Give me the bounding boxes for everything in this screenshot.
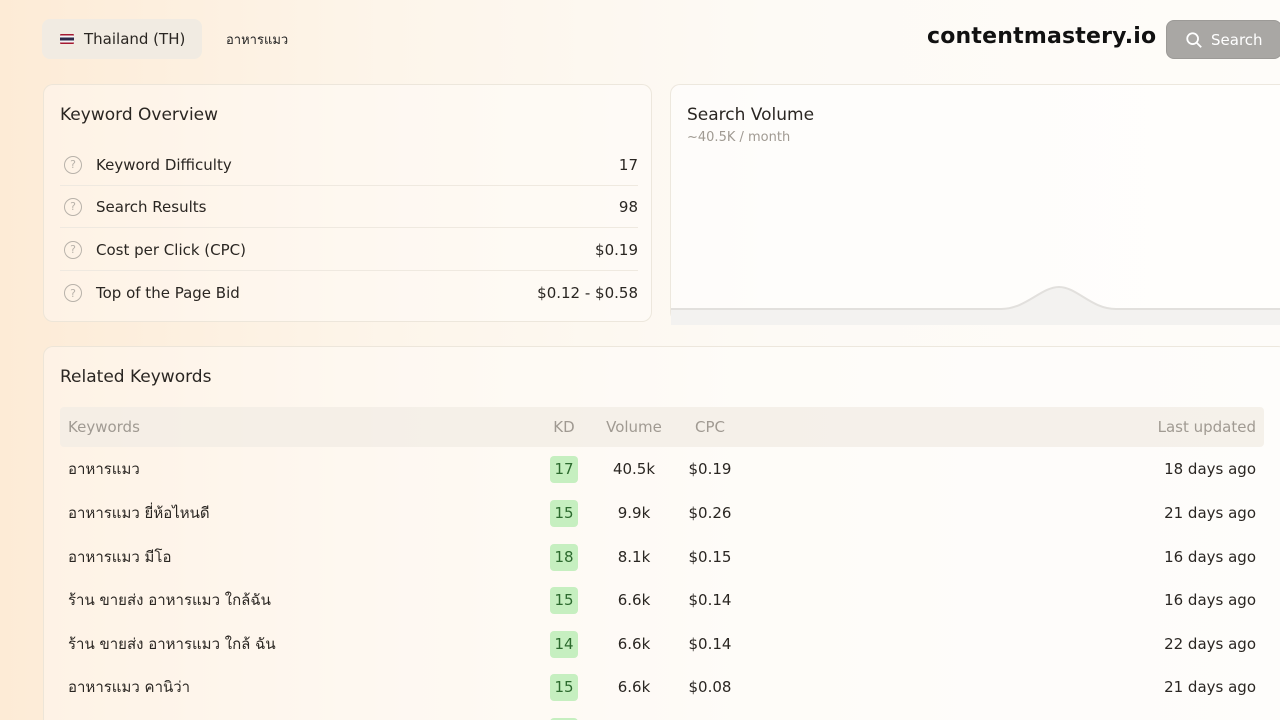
keyword-cell[interactable]: อาหารแมว มีโอ — [68, 535, 172, 579]
overview-value: 98 — [618, 197, 638, 216]
cpc-cell: $0.26 — [688, 504, 732, 522]
kd-badge: 15 — [550, 586, 578, 614]
search-volume-card: Search Volume ~40.5K / month — [670, 84, 1280, 325]
kd-cell: 17 — [550, 447, 578, 491]
table-row[interactable]: ร้าน ขายส่ง อาหารแมว ใกล้ ฉัน 14 6.6k $0… — [60, 622, 1264, 666]
overview-label: Cost per Click (CPC) — [96, 240, 247, 259]
table-row[interactable]: อาหารแมว มีโอ 18 8.1k $0.15 16 days ago — [60, 535, 1264, 579]
cpc-cell: $0.14 — [688, 635, 732, 653]
top-bar: Thailand (TH) contentmastery.io Search — [0, 0, 1280, 80]
search-volume-subtitle: ~40.5K / month — [687, 130, 791, 145]
volume-cell: 6.6k — [617, 635, 651, 653]
kd-cell — [550, 709, 578, 720]
search-volume-title: Search Volume — [687, 105, 815, 125]
cpc-cell: $0.19 — [688, 460, 732, 478]
last-updated-cell: 21 days ago — [1164, 678, 1256, 696]
search-icon — [1186, 31, 1202, 48]
last-updated-cell: 22 days ago — [1164, 635, 1256, 653]
help-icon[interactable]: ? — [64, 155, 82, 174]
help-icon[interactable]: ? — [64, 284, 82, 302]
kd-badge: 15 — [550, 499, 578, 527]
overview-row: ? Cost per Click (CPC) $0.19 — [60, 229, 638, 271]
search-button[interactable]: Search — [1166, 20, 1280, 59]
related-keywords-title: Related Keywords — [60, 367, 212, 387]
kd-badge: 18 — [550, 543, 578, 571]
table-row[interactable]: อาหารแมว 17 40.5k $0.19 18 days ago — [60, 447, 1264, 491]
column-header-keywords[interactable]: Keywords — [68, 407, 140, 447]
column-header-last-updated[interactable]: Last updated — [1158, 407, 1256, 447]
last-updated-cell: 16 days ago — [1164, 548, 1256, 566]
volume-cell: 6.6k — [617, 591, 651, 609]
table-row-partial — [60, 709, 1264, 720]
keyword-cell[interactable]: อาหารแมว — [68, 447, 140, 491]
overview-label: Search Results — [96, 197, 207, 216]
overview-row: ? Keyword Difficulty 17 — [60, 144, 638, 186]
volume-cell: 40.5k — [612, 460, 656, 478]
keyword-cell[interactable]: ร้าน ขายส่ง อาหารแมว ใกล้ ฉัน — [68, 622, 276, 666]
kd-badge: 17 — [550, 455, 578, 483]
table-row[interactable]: ร้าน ขายส่ง อาหารแมว ใกล้ฉัน 15 6.6k $0.… — [60, 578, 1264, 622]
overview-label: Keyword Difficulty — [96, 155, 232, 174]
table-row[interactable]: อาหารแมว คานิว่า 15 6.6k $0.08 21 days a… — [60, 665, 1264, 709]
kd-cell: 15 — [550, 491, 578, 535]
cpc-cell: $0.08 — [688, 678, 732, 696]
last-updated-cell: 18 days ago — [1164, 460, 1256, 478]
kd-cell: 18 — [550, 535, 578, 579]
sparkline-area — [671, 287, 1280, 325]
keyword-overview-card: Keyword Overview ? Keyword Difficulty 17… — [43, 84, 652, 322]
volume-cell: 8.1k — [617, 548, 651, 566]
last-updated-cell: 16 days ago — [1164, 591, 1256, 609]
keyword-cell[interactable]: อาหารแมว คานิว่า — [68, 665, 190, 709]
keyword-cell[interactable]: ร้าน ขายส่ง อาหารแมว ใกล้ฉัน — [68, 578, 271, 622]
country-label: Thailand (TH) — [84, 30, 186, 48]
column-header-cpc[interactable]: CPC — [688, 407, 732, 447]
sparkline-line — [671, 285, 1280, 310]
help-icon[interactable]: ? — [64, 197, 82, 216]
last-updated-cell: 21 days ago — [1164, 504, 1256, 522]
cpc-cell: $0.14 — [688, 591, 732, 609]
brand-watermark: contentmastery.io — [927, 24, 1157, 49]
help-icon[interactable]: ? — [64, 240, 82, 259]
volume-cell: 6.6k — [617, 678, 651, 696]
overview-label: Top of the Page Bid — [96, 284, 240, 302]
kd-cell: 15 — [550, 578, 578, 622]
kd-badge: 14 — [550, 630, 578, 658]
related-keywords-card: Related Keywords Keywords KD Volume CPC … — [43, 346, 1280, 720]
keyword-search-input[interactable] — [212, 19, 912, 59]
cpc-cell: $0.15 — [688, 548, 732, 566]
overview-value: $0.19 — [595, 240, 638, 259]
overview-value: 17 — [618, 155, 638, 174]
kd-cell: 15 — [550, 665, 578, 709]
table-header: Keywords KD Volume CPC Last updated — [60, 407, 1264, 447]
keyword-cell[interactable]: อาหารแมว ยี่ห้อไหนดี — [68, 491, 210, 535]
kd-badge: 15 — [550, 673, 578, 701]
keyword-overview-title: Keyword Overview — [60, 105, 219, 125]
search-button-label: Search — [1211, 30, 1263, 49]
column-header-volume[interactable]: Volume — [605, 407, 663, 447]
overview-row: ? Search Results 98 — [60, 186, 638, 228]
table-row[interactable]: อาหารแมว ยี่ห้อไหนดี 15 9.9k $0.26 21 da… — [60, 491, 1264, 535]
volume-cell: 9.9k — [617, 504, 651, 522]
overview-row: ? Top of the Page Bid $0.12 - $0.58 — [60, 272, 638, 314]
country-selector[interactable]: Thailand (TH) — [42, 19, 202, 59]
search-volume-sparkline — [671, 285, 1280, 325]
kd-cell: 14 — [550, 622, 578, 666]
thailand-flag-icon — [60, 34, 74, 44]
column-header-kd[interactable]: KD — [550, 407, 578, 447]
overview-value: $0.12 - $0.58 — [537, 284, 638, 302]
